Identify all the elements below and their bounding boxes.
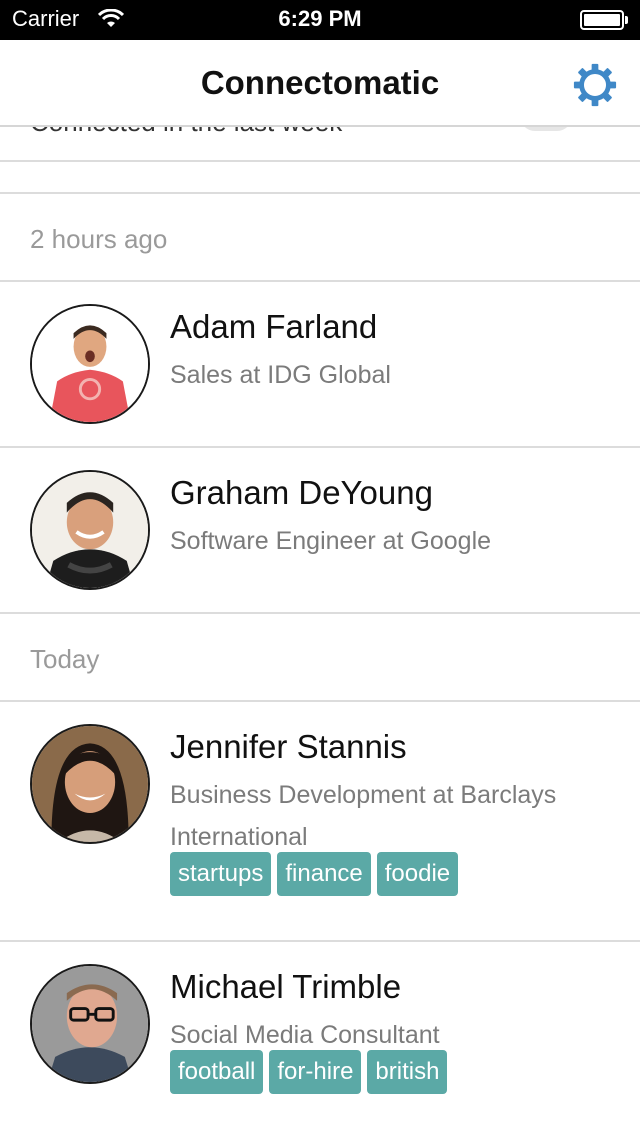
gear-icon[interactable] xyxy=(572,62,618,108)
section-label: 2 hours ago xyxy=(30,224,168,254)
section-label: Today xyxy=(30,644,100,674)
tag-list: football for-hire british xyxy=(170,1050,448,1094)
battery-icon xyxy=(580,10,624,30)
page-title: Connectomatic xyxy=(200,64,440,101)
status-bar: Carrier 6:29 PM xyxy=(0,0,640,40)
navigation-bar: Connectomatic xyxy=(0,40,640,127)
tag[interactable]: startups xyxy=(170,852,272,896)
chevron-right-icon: › xyxy=(588,127,595,131)
tag-list: startups finance foodie xyxy=(170,852,459,896)
battery-tip xyxy=(625,16,628,24)
tag[interactable]: finance xyxy=(277,852,371,896)
list-item[interactable]: Graham DeYoung Software Engineer at Goog… xyxy=(0,448,640,614)
list-item[interactable]: Adam Farland Sales at IDG Global xyxy=(0,282,640,448)
avatar xyxy=(30,470,150,590)
filter-label: Connected in the last week xyxy=(30,127,342,138)
avatar xyxy=(30,964,150,1084)
person-name: Jennifer Stannis xyxy=(170,728,407,765)
tag[interactable]: foodie xyxy=(376,852,459,896)
person-name: Graham DeYoung xyxy=(170,474,433,511)
filter-toggle[interactable] xyxy=(520,127,572,131)
list-item[interactable]: Jennifer Stannis Business Development at… xyxy=(0,702,640,942)
person-title: Business Development at Barclays Interna… xyxy=(170,781,557,851)
section-header: Today xyxy=(0,614,640,702)
tag[interactable]: football xyxy=(170,1050,264,1094)
connections-list[interactable]: Connected in the last week › 2 hours ago… xyxy=(0,127,640,1136)
list-item[interactable]: Michael Trimble Social Media Consultant … xyxy=(0,942,640,1136)
person-title: Sales at IDG Global xyxy=(170,361,391,389)
tag[interactable]: for-hire xyxy=(269,1050,362,1094)
filter-row[interactable]: Connected in the last week › xyxy=(0,127,640,162)
person-title: Software Engineer at Google xyxy=(170,527,492,555)
spacer-row xyxy=(0,162,640,194)
avatar xyxy=(30,304,150,424)
person-name: Adam Farland xyxy=(170,308,378,345)
avatar xyxy=(30,724,150,844)
person-name: Michael Trimble xyxy=(170,968,402,1005)
section-header: 2 hours ago xyxy=(0,194,640,282)
tag[interactable]: british xyxy=(367,1050,448,1094)
status-time: 6:29 PM xyxy=(278,6,362,31)
